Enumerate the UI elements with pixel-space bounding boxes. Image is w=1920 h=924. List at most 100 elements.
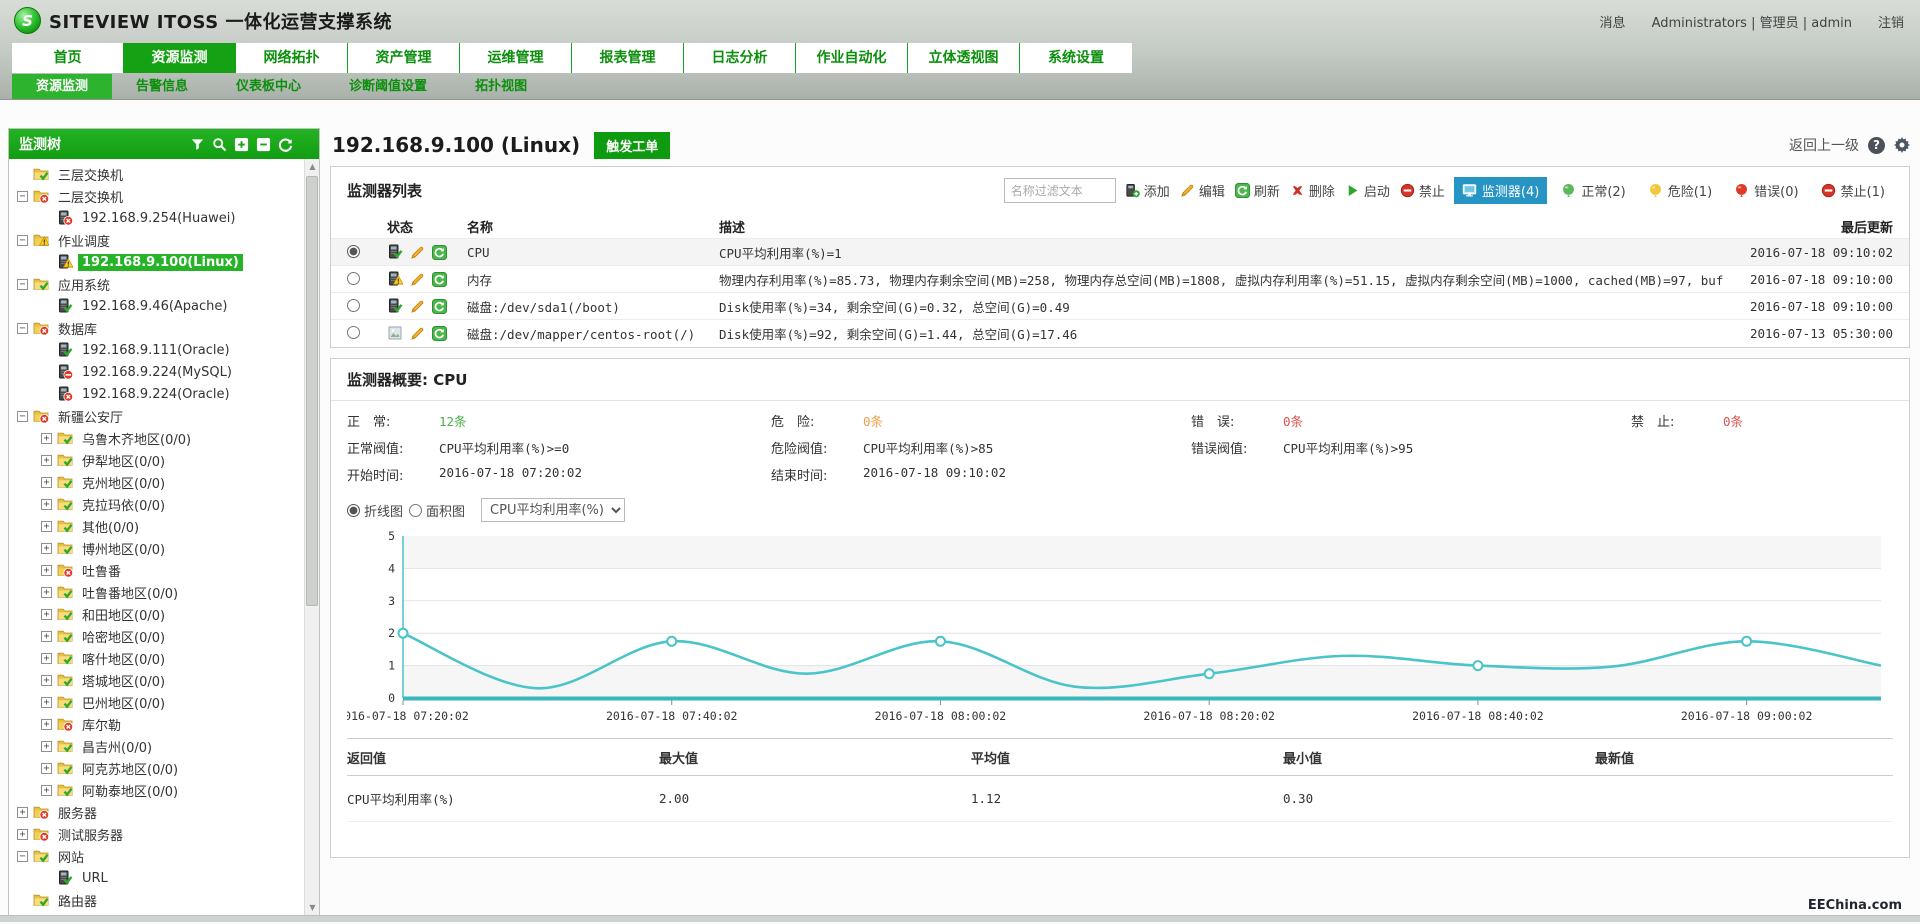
tree-item[interactable]: +和田地区(0/0) xyxy=(9,603,304,625)
tree-item[interactable]: +阿勒泰地区(0/0) xyxy=(9,779,304,801)
tree-item[interactable]: 192.168.9.224(Oracle) xyxy=(9,383,304,405)
filter-错误-button[interactable]: 错误(0) xyxy=(1726,177,1806,204)
tree-item[interactable]: +吐鲁番 xyxy=(9,559,304,581)
trigger-ticket-button[interactable]: 触发工单 xyxy=(594,132,670,159)
filter-危险-button[interactable]: 危险(1) xyxy=(1640,177,1720,204)
tree-item[interactable]: +吐鲁番地区(0/0) xyxy=(9,581,304,603)
plus-expander-icon[interactable]: + xyxy=(41,433,52,444)
messages-link[interactable]: 消息 xyxy=(1600,12,1626,31)
tree-item[interactable]: +伊犁地区(0/0) xyxy=(9,449,304,471)
tree-item[interactable]: +克拉玛依(0/0) xyxy=(9,493,304,515)
tree-item[interactable]: 三层交换机 xyxy=(9,163,304,185)
help-icon[interactable]: ? xyxy=(1868,137,1885,154)
chart-type-radio[interactable] xyxy=(347,504,360,517)
plus-expander-icon[interactable]: + xyxy=(41,609,52,620)
tab-系统设置[interactable]: 系统设置 xyxy=(1020,43,1132,73)
plus-expander-icon[interactable]: + xyxy=(41,477,52,488)
refresh-green-icon[interactable] xyxy=(432,272,447,287)
subtab-拓扑视图[interactable]: 拓扑视图 xyxy=(451,74,551,99)
row-radio[interactable] xyxy=(347,299,360,312)
minus-expander-icon[interactable]: − xyxy=(17,851,28,862)
tree-item[interactable]: +其他(0/0) xyxy=(9,515,304,537)
plus-expander-icon[interactable]: + xyxy=(41,455,52,466)
tree-item[interactable]: −二层交换机 xyxy=(9,185,304,207)
filter-禁止-button[interactable]: 禁止(1) xyxy=(1813,177,1893,204)
tab-资源监测[interactable]: 资源监测 xyxy=(124,43,236,73)
plus-expander-icon[interactable]: + xyxy=(41,521,52,532)
tab-首页[interactable]: 首页 xyxy=(12,43,124,73)
plus-expander-icon[interactable]: + xyxy=(41,719,52,730)
scroll-up-icon[interactable]: ▲ xyxy=(305,159,320,174)
filter-icon[interactable] xyxy=(190,137,205,152)
chart-type-面积图[interactable]: 面积图 xyxy=(409,501,465,520)
refresh-icon[interactable] xyxy=(278,137,293,152)
plus-expander-icon[interactable]: + xyxy=(41,631,52,642)
tree-item[interactable]: 192.168.9.254(Huawei) xyxy=(9,207,304,229)
tab-资产管理[interactable]: 资产管理 xyxy=(348,43,460,73)
tree-item[interactable]: +克州地区(0/0) xyxy=(9,471,304,493)
minus-expander-icon[interactable]: − xyxy=(17,191,28,202)
plus-expander-icon[interactable]: + xyxy=(41,587,52,598)
filter-监测器-button[interactable]: 监测器(4) xyxy=(1454,177,1547,204)
plus-expander-icon[interactable]: + xyxy=(41,543,52,554)
metric-select[interactable]: CPU平均利用率(%) xyxy=(481,498,625,522)
horizontal-scrollbar[interactable] xyxy=(0,915,1920,922)
collapse-icon[interactable] xyxy=(256,137,271,152)
scrollbar-thumb[interactable] xyxy=(306,176,318,606)
tab-日志分析[interactable]: 日志分析 xyxy=(684,43,796,73)
subtab-资源监测[interactable]: 资源监测 xyxy=(12,74,112,99)
refresh-green-icon[interactable] xyxy=(432,245,447,260)
plus-expander-icon[interactable]: + xyxy=(17,807,28,818)
编辑-button[interactable]: 编辑 xyxy=(1180,181,1225,200)
name-filter-input[interactable] xyxy=(1004,178,1116,203)
plus-expander-icon[interactable]: + xyxy=(41,653,52,664)
plus-expander-icon[interactable]: + xyxy=(41,763,52,774)
refresh-green-icon[interactable] xyxy=(432,326,447,341)
expand-icon[interactable] xyxy=(234,137,249,152)
subtab-诊断阈值设置[interactable]: 诊断阈值设置 xyxy=(325,74,451,99)
plus-expander-icon[interactable]: + xyxy=(41,785,52,796)
tree-item[interactable]: +哈密地区(0/0) xyxy=(9,625,304,647)
plus-expander-icon[interactable]: + xyxy=(41,741,52,752)
tree-item[interactable]: 路由器 xyxy=(9,889,304,911)
row-radio[interactable] xyxy=(347,326,360,339)
tab-作业自动化[interactable]: 作业自动化 xyxy=(796,43,908,73)
tab-立体透视图[interactable]: 立体透视图 xyxy=(908,43,1020,73)
chart-type-折线图[interactable]: 折线图 xyxy=(347,501,403,520)
chart-type-radio[interactable] xyxy=(409,504,422,517)
tab-运维管理[interactable]: 运维管理 xyxy=(460,43,572,73)
tree-item[interactable]: −应用系统 xyxy=(9,273,304,295)
tree-item[interactable]: −数据库 xyxy=(9,317,304,339)
tree-item[interactable]: +博州地区(0/0) xyxy=(9,537,304,559)
filter-正常-button[interactable]: 正常(2) xyxy=(1553,177,1633,204)
minus-expander-icon[interactable]: − xyxy=(17,323,28,334)
plus-expander-icon[interactable]: + xyxy=(41,697,52,708)
tab-网络拓扑[interactable]: 网络拓扑 xyxy=(236,43,348,73)
tree-item[interactable]: +阿克苏地区(0/0) xyxy=(9,757,304,779)
pencil-icon[interactable] xyxy=(410,272,425,287)
search-icon[interactable] xyxy=(212,137,227,152)
subtab-告警信息[interactable]: 告警信息 xyxy=(112,74,212,99)
禁止-button[interactable]: 禁止 xyxy=(1400,181,1445,200)
monitor-row[interactable]: 内存 物理内存利用率(%)=85.73, 物理内存剩余空间(MB)=258, 物… xyxy=(331,265,1909,292)
tree-item[interactable]: −新疆公安厅 xyxy=(9,405,304,427)
tree-item[interactable]: +服务器 xyxy=(9,801,304,823)
monitor-row[interactable]: 磁盘:/dev/mapper/centos-root(/) Disk使用率(%)… xyxy=(331,319,1909,346)
row-radio[interactable] xyxy=(347,272,360,285)
plus-expander-icon[interactable]: + xyxy=(41,499,52,510)
monitor-row[interactable]: CPU CPU平均利用率(%)=1 2016-07-18 09:10:02 xyxy=(331,238,1909,265)
plus-expander-icon[interactable]: + xyxy=(41,565,52,576)
tree-item[interactable]: 192.168.9.111(Oracle) xyxy=(9,339,304,361)
tree-item[interactable]: +喀什地区(0/0) xyxy=(9,647,304,669)
row-radio[interactable] xyxy=(347,245,360,258)
tree-item[interactable]: 192.168.9.100(Linux) xyxy=(9,251,304,273)
tree-item[interactable]: 192.168.9.224(MySQL) xyxy=(9,361,304,383)
pencil-icon[interactable] xyxy=(410,299,425,314)
minus-expander-icon[interactable]: − xyxy=(17,235,28,246)
删除-button[interactable]: 删除 xyxy=(1290,181,1335,200)
monitor-row[interactable]: 磁盘:/dev/sda1(/boot) Disk使用率(%)=34, 剩余空间(… xyxy=(331,292,1909,319)
tree-item[interactable]: +乌鲁木齐地区(0/0) xyxy=(9,427,304,449)
tree-item[interactable]: −网站 xyxy=(9,845,304,867)
tree-item[interactable]: +塔城地区(0/0) xyxy=(9,669,304,691)
plus-expander-icon[interactable]: + xyxy=(41,675,52,686)
